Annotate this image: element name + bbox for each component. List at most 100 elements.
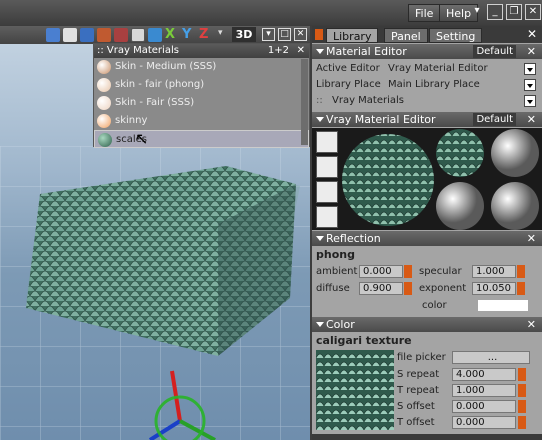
list-item[interactable]: skin - fair (phong) [94,76,309,94]
material-preview-area [312,128,542,230]
diffuse-field[interactable]: 0.900 [359,282,403,295]
material-ball-icon [97,78,111,92]
active-editor-row[interactable]: Active Editor Vray Material Editor [312,61,542,77]
view-mode-label[interactable]: 3D [232,27,256,42]
s-repeat-field[interactable]: 4.000 [452,368,516,381]
reflection-row-1: ambient 0.000 specular 1.000 [312,264,542,280]
vray-editor-header[interactable]: Vray Material Editor Default ✕ [312,112,542,127]
material-spheres[interactable] [340,128,540,230]
color-swatch[interactable] [478,300,528,311]
exponent-spinner[interactable] [517,282,525,295]
texture-name: caligari texture [316,334,412,347]
eyedropper-icon[interactable] [316,156,338,178]
t-repeat-field[interactable]: 1.000 [452,384,516,397]
color-header[interactable]: Color ✕ [312,317,542,332]
close-icon[interactable]: ✕ [527,231,536,246]
library-dropdown-icon[interactable] [524,95,536,107]
default-button[interactable]: Default [473,113,516,126]
restore-icon[interactable]: ❐ [506,4,522,20]
library-place-row[interactable]: Library Place Main Library Place [312,77,542,93]
file-menu[interactable]: File [408,4,441,22]
panel-bottom-edge [312,434,542,440]
viewport-close-icon[interactable]: ✕ [294,28,307,41]
t-repeat-row: T repeat 1.000 [312,383,542,399]
library-row[interactable]: :: Vray Materials [312,93,542,109]
menu-bar: File Help ▾ _ ❐ ✕ [0,0,542,26]
viewport-dropdown-icon[interactable]: ▾ [262,28,275,41]
close-icon[interactable]: ✕ [527,44,536,59]
material-ball-icon [98,133,112,147]
s-offset-field[interactable]: 0.000 [452,400,516,413]
s-offset-spinner[interactable] [518,400,526,413]
specular-spinner[interactable] [517,265,525,278]
viewport-toolbar: X Y Z ▾ 3D ▾ □ ✕ [0,26,310,44]
close-icon[interactable]: ✕ [527,317,536,332]
file-picker-row: file picker ... [312,350,542,366]
ambient-field[interactable]: 0.000 [359,265,403,278]
panel-close-icon[interactable]: ✕ [527,27,537,41]
vray-materials-list: :: Vray Materials 1+2 ✕ Skin - Medium (S… [93,43,310,148]
collapse-icon [316,49,324,54]
list-item[interactable]: Skin - Medium (SSS) [94,58,309,76]
y-axis-icon[interactable]: Y [182,28,196,42]
paint-brush-icon[interactable] [316,181,338,203]
t-offset-spinner[interactable] [518,416,526,429]
grid-tool-icon[interactable] [148,28,162,42]
minimize-icon[interactable]: _ [487,4,503,20]
panel-grip-icon [315,29,323,40]
vray-list-pin[interactable]: 1+2 [268,44,289,58]
mouse-cursor-icon: ↖ [135,129,149,148]
exponent-field[interactable]: 10.050 [472,282,516,295]
panel-tabs: Library Panel Setting ✕ [312,26,542,43]
select-tool-icon[interactable] [46,28,60,42]
library-place-dropdown-icon[interactable] [524,79,536,91]
list-item-selected[interactable]: scales ↖ [94,130,309,148]
tab-library[interactable]: Library [326,28,379,43]
tab-setting[interactable]: Setting [429,28,483,43]
library-icon: :: [316,95,323,106]
collapse-icon [316,117,324,122]
active-editor-dropdown-icon[interactable] [524,63,536,75]
object-tool-icon[interactable] [80,28,94,42]
s-offset-row: S offset 0.000 [312,399,542,415]
vray-list-title: :: Vray Materials 1+2 ✕ [94,44,309,58]
z-axis-icon[interactable]: Z [199,28,213,42]
t-offset-row: T offset 0.000 [312,415,542,431]
s-repeat-spinner[interactable] [518,368,526,381]
magnet-tool-icon[interactable] [63,28,77,42]
menu-dropdown-icon[interactable]: ▾ [472,4,482,20]
viewport-maximize-icon[interactable]: □ [278,28,291,41]
right-panel: Library Panel Setting ✕ Material Editor … [312,26,542,440]
move-tool-icon[interactable] [131,28,145,42]
material-pick-icon[interactable] [316,131,338,153]
collapse-icon [316,322,324,327]
x-axis-icon[interactable]: X [165,28,179,42]
vray-list-close-icon[interactable]: ✕ [297,44,305,58]
ambient-spinner[interactable] [404,265,412,278]
specular-field[interactable]: 1.000 [472,265,516,278]
3d-viewport[interactable]: X Y Z ▾ 3D ▾ □ ✕ :: Vray Materials 1+2 ✕… [0,26,310,440]
reflection-row-2: diffuse 0.900 exponent 10.050 [312,281,542,297]
collapse-icon [316,236,324,241]
close-icon[interactable]: ✕ [527,112,536,127]
reflection-color-row: color [312,298,542,314]
lasso-tool-icon[interactable] [114,28,128,42]
diffuse-spinner[interactable] [404,282,412,295]
t-repeat-spinner[interactable] [518,384,526,397]
paint-bucket-icon[interactable] [316,206,338,228]
list-item[interactable]: skinny [94,112,309,130]
axis-dropdown-icon[interactable]: ▾ [218,28,223,38]
tab-panel[interactable]: Panel [384,28,428,43]
s-repeat-row: S repeat 4.000 [312,367,542,383]
file-picker-button[interactable]: ... [452,351,530,364]
t-offset-field[interactable]: 0.000 [452,416,516,429]
material-ball-icon [97,96,111,110]
list-scrollbar[interactable] [301,59,308,145]
close-icon[interactable]: ✕ [525,4,541,20]
list-item[interactable]: Skin - Fair (SSS) [94,94,309,112]
material-editor-header[interactable]: Material Editor Default ✕ [312,44,542,59]
paint-tool-icon[interactable] [97,28,111,42]
reflection-header[interactable]: Reflection ✕ [312,231,542,246]
shader-name: phong [316,248,355,261]
default-button[interactable]: Default [473,45,516,58]
